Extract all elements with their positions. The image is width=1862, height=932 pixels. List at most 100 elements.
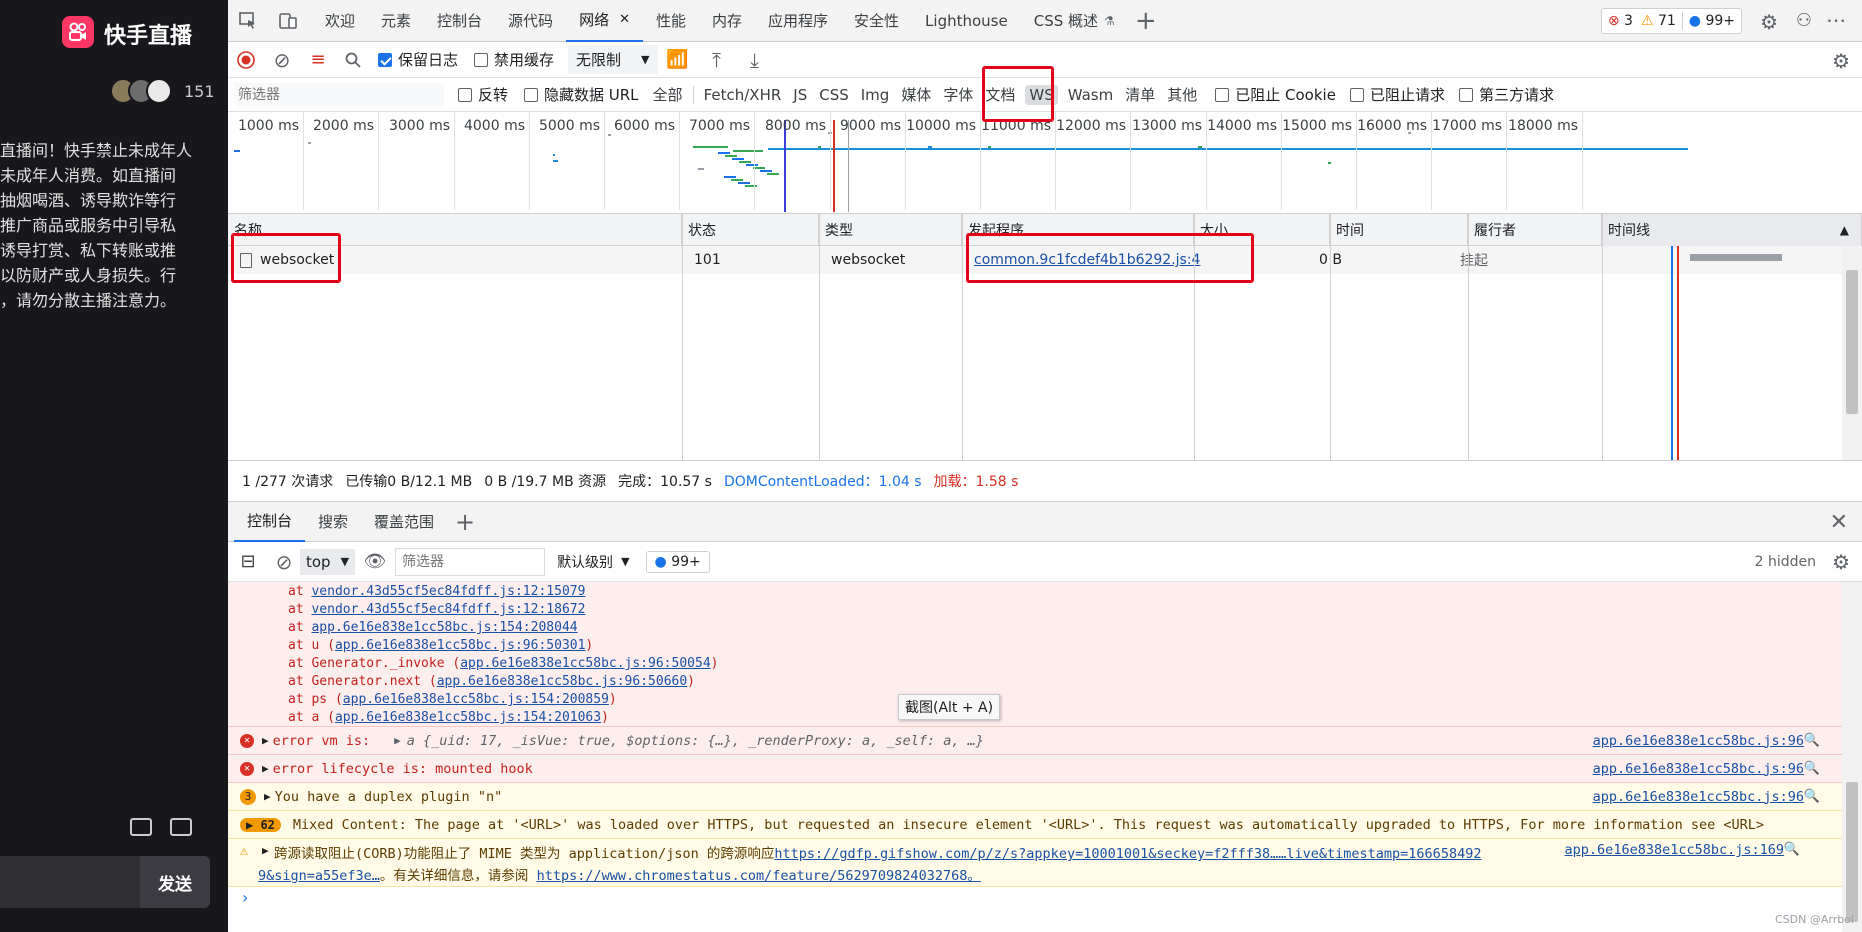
tab-2[interactable]: 控制台 [424,0,495,42]
drawer-tab-1[interactable]: 搜索 [305,502,361,542]
repeat-count-badge[interactable]: ▶ 62 [240,817,281,832]
stack-frame-link[interactable]: app.6e16e838e1cc58bc.js:154:200859 [343,692,609,707]
type-filter-11[interactable]: 其他 [1161,84,1203,105]
settings-gear-icon[interactable]: ⚙ [1760,10,1778,34]
context-select[interactable]: top ▼ [300,548,356,575]
sort-ascending-icon[interactable]: ▲ [1840,223,1849,237]
clear-icon[interactable]: ⊘ [264,42,300,78]
clear-console-icon[interactable]: ⊘ [268,542,300,582]
table-scrollbar[interactable] [1842,246,1862,460]
tab-9[interactable]: Lighthouse [912,0,1021,42]
more-options-icon[interactable]: ⋯ [1826,8,1846,32]
log-levels-select[interactable]: 默认级别 ▼ [557,552,629,572]
type-filter-6[interactable]: 字体 [937,84,979,105]
console-scrollbar[interactable] [1842,582,1862,932]
magnifier-icon[interactable]: 🔍 [1804,761,1820,776]
throttle-select[interactable]: 无限制 ▼ [568,45,658,74]
record-stop-icon[interactable] [228,42,264,78]
blocked-cookies-checkbox[interactable] [1215,87,1230,102]
stack-frame-link[interactable]: vendor.43d55cf5ec84fdff.js:12:15079 [311,584,585,599]
device-toolbar-icon[interactable] [268,0,308,42]
warning-message-mixed-content[interactable]: ▶ 62 Mixed Content: The page at '<URL>' … [228,811,1862,839]
issue-counters[interactable]: ⊗ 3 ⚠ 71 ● 99+ [1600,8,1742,34]
customize-icon[interactable]: ⚇ [1796,10,1812,31]
expand-arrow-icon[interactable]: ▶ [262,844,269,857]
warning-message-duplex[interactable]: 3 ▶ You have a duplex plugin "n" app.6e1… [228,783,1862,811]
send-button[interactable]: 发送 [140,856,210,908]
issues-badge[interactable]: ● 99+ [645,550,710,573]
tab-3[interactable]: 源代码 [495,0,566,42]
tab-4[interactable]: 网络 ✕ [566,0,643,42]
scrollbar-thumb[interactable] [1846,270,1858,414]
console-prompt-icon[interactable]: › [242,888,248,907]
export-har-icon[interactable]: ⤓ [736,42,774,78]
import-har-icon[interactable]: ⤒ [698,42,736,78]
chromestatus-link[interactable]: https://www.chromestatus.com/feature/562… [537,868,981,884]
close-drawer-icon[interactable]: ✕ [1830,510,1848,535]
type-filter-4[interactable]: Img [855,86,896,104]
source-link[interactable]: app.6e16e838e1cc58bc.js:96 [1593,789,1804,805]
hide-data-urls-checkbox[interactable] [524,87,539,102]
magnifier-icon[interactable]: 🔍 [1784,842,1800,857]
error-message-lifecycle[interactable]: ✕ ▶ error lifecycle is: mounted hook app… [228,755,1862,783]
filter-input[interactable] [234,82,444,107]
tab-1[interactable]: 元素 [368,0,424,42]
column-header-2[interactable]: 类型 [819,214,962,246]
expand-arrow-icon[interactable]: ▶ [262,734,269,747]
live-expression-eye-icon[interactable]: 👁 [355,542,395,582]
source-link[interactable]: app.6e16e838e1cc58bc.js:96 [1593,761,1804,777]
gift-icon[interactable] [130,818,152,836]
type-filter-9[interactable]: Wasm [1062,86,1120,104]
error-message-vm[interactable]: ✕ ▶ error vm is: ▶ a {_uid: 17, _isVue: … [228,727,1862,755]
stack-frame-link[interactable]: app.6e16e838e1cc58bc.js:154:201063 [335,710,601,725]
tab-8[interactable]: 安全性 [841,0,912,42]
type-filter-3[interactable]: CSS [813,86,855,104]
expand-arrow-icon[interactable]: ▶ [394,734,401,747]
third-party-checkbox[interactable] [1458,87,1473,102]
search-icon[interactable] [336,42,370,78]
corb-url-link-continued[interactable]: 9&sign=a55ef3e… [258,868,380,884]
column-header-7[interactable]: 时间线 ▲ [1602,214,1862,246]
stack-frame-link[interactable]: app.6e16e838e1cc58bc.js:96:50660 [437,674,687,689]
drawer-tab-2[interactable]: 覆盖范围 [361,502,447,542]
stack-frame-link[interactable]: app.6e16e838e1cc58bc.js:154:208044 [311,620,577,635]
scrollbar-thumb[interactable] [1846,782,1858,922]
type-filter-5[interactable]: 媒体 [895,84,937,105]
source-link[interactable]: app.6e16e838e1cc58bc.js:96 [1593,733,1804,749]
blocked-requests-checkbox[interactable] [1349,87,1364,102]
share-icon[interactable] [170,818,192,836]
magnifier-icon[interactable]: 🔍 [1804,733,1820,748]
sidebar-toggle-icon[interactable]: ⊟ [228,542,268,582]
invert-checkbox[interactable] [458,87,472,102]
disable-cache-checkbox[interactable] [474,52,489,67]
stack-frame-link[interactable]: app.6e16e838e1cc58bc.js:96:50301 [335,638,585,653]
close-tab-icon[interactable]: ✕ [619,12,630,27]
network-conditions-icon[interactable]: 📶 [658,42,698,78]
console-filter-input[interactable] [395,547,546,576]
warning-message-corb[interactable]: ⚠ ▶ 跨源读取阻止(CORB)功能阻止了 MIME 类型为 applicati… [228,839,1842,887]
type-filter-10[interactable]: 清单 [1119,84,1161,105]
expand-arrow-icon[interactable]: ▶ [262,762,269,775]
console-settings-gear-icon[interactable]: ⚙ [1832,550,1850,574]
drawer-tab-0[interactable]: 控制台 [234,502,306,542]
type-filter-2[interactable]: JS [787,86,813,104]
filter-funnel-icon[interactable]: ≡ [300,42,336,78]
more-tabs-plus-icon[interactable]: + [1128,0,1164,42]
column-header-5[interactable]: 时间 [1330,214,1468,246]
type-filter-0[interactable]: 全部 [647,84,689,105]
column-header-6[interactable]: 履行者 [1468,214,1602,246]
corb-url-link[interactable]: https://gdfp.gifshow.com/p/z/s?appkey=10… [774,846,1481,862]
add-drawer-tab-icon[interactable]: + [447,508,483,536]
expand-arrow-icon[interactable]: ▶ [264,790,271,803]
stack-frame-link[interactable]: vendor.43d55cf5ec84fdff.js:12:18672 [311,602,585,617]
column-header-1[interactable]: 状态 [682,214,819,246]
tab-7[interactable]: 应用程序 [755,0,841,42]
stack-frame-link[interactable]: app.6e16e838e1cc58bc.js:96:50054 [460,656,710,671]
preserve-log-checkbox[interactable] [378,52,392,67]
tab-10[interactable]: CSS 概述 ⚗ [1021,0,1128,42]
inspect-element-icon[interactable] [228,0,268,42]
tab-6[interactable]: 内存 [699,0,755,42]
type-filter-1[interactable]: Fetch/XHR [698,86,788,104]
tab-5[interactable]: 性能 [643,0,699,42]
source-link[interactable]: app.6e16e838e1cc58bc.js:169 [1565,842,1784,858]
